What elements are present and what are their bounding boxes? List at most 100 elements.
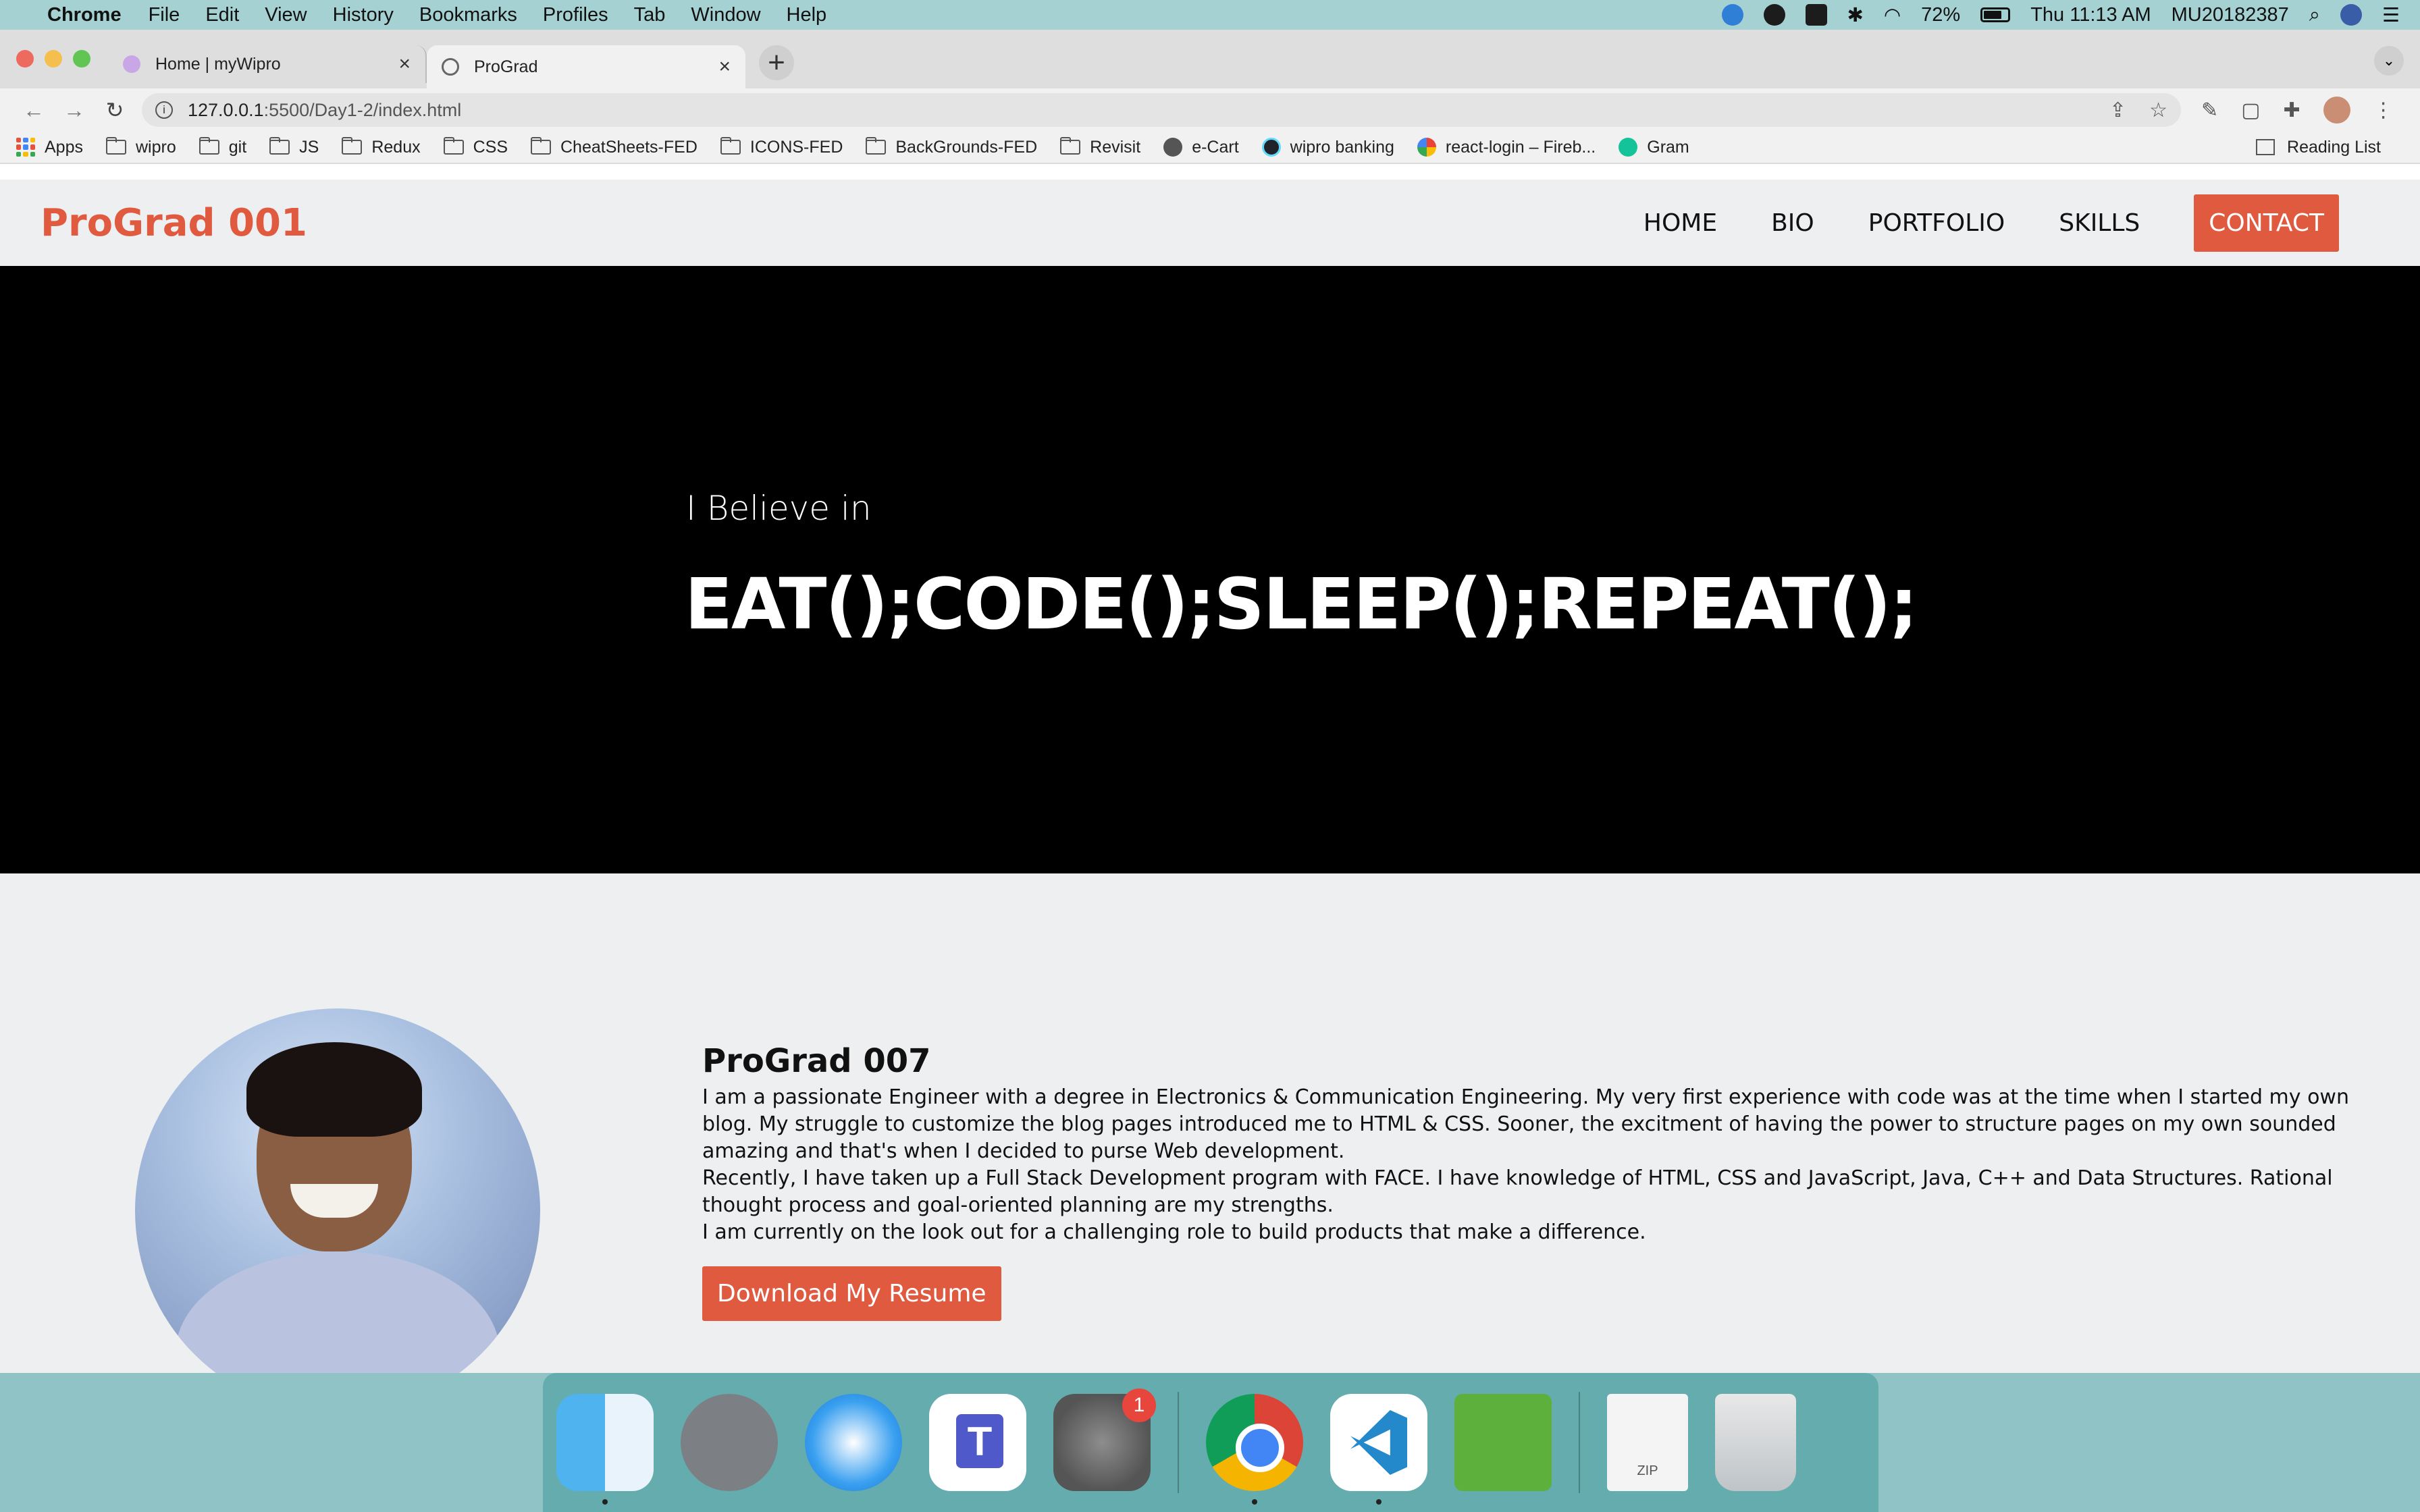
zip-archive-icon[interactable]: ZIP <box>1607 1394 1688 1491</box>
notification-badge: 1 <box>1122 1388 1156 1422</box>
download-resume-button[interactable]: Download My Resume <box>702 1266 1001 1321</box>
url-host: 127.0.0.1 <box>188 99 264 120</box>
site-nav-links: HOME BIO PORTFOLIO SKILLS CONTACT <box>1643 194 2379 252</box>
finder-icon[interactable] <box>556 1394 654 1505</box>
launchpad-rocket-icon[interactable] <box>681 1394 778 1491</box>
bookmark-wipro-banking[interactable]: wipro banking <box>1261 137 1394 157</box>
cloud-sync-icon[interactable] <box>1721 4 1743 26</box>
bookmark-label: Gram <box>1647 137 1689 157</box>
grammarly-icon <box>1619 138 1638 157</box>
menubar-user[interactable]: MU20182387 <box>2172 4 2289 26</box>
eyedropper-extension-icon[interactable]: ✎ <box>2201 99 2218 122</box>
forward-arrow-icon[interactable]: → <box>54 98 95 123</box>
close-tab-icon[interactable]: × <box>398 53 411 76</box>
share-icon[interactable]: ⇪ <box>2109 99 2126 122</box>
menubar-app-name[interactable]: Chrome <box>47 4 122 26</box>
google-icon <box>1417 138 1436 157</box>
bookmark-folder-js[interactable]: JS <box>269 137 319 157</box>
globe-icon <box>1163 138 1183 157</box>
bookmark-folder-redux[interactable]: Redux <box>342 137 421 157</box>
reading-list-button[interactable]: Reading List <box>2256 138 2381 157</box>
bookmark-gram[interactable]: Gram <box>1619 138 1689 157</box>
url-path: :5500/Day1-2/index.html <box>263 99 462 120</box>
bookmark-folder-cheatsheets[interactable]: CheatSheets-FED <box>531 137 698 157</box>
menu-window[interactable]: Window <box>691 4 760 26</box>
minimize-window-button[interactable] <box>45 50 62 68</box>
tab-strip: Home | myWipro × ProGrad × + ⌄ <box>0 30 2420 88</box>
bluetooth-icon[interactable]: ✱ <box>1847 3 1864 27</box>
bookmark-apps[interactable]: Apps <box>16 138 83 157</box>
menu-view[interactable]: View <box>265 4 307 26</box>
macos-menubar: Chrome File Edit View History Bookmarks … <box>0 0 2420 30</box>
menu-profiles[interactable]: Profiles <box>543 4 608 26</box>
skype-icon[interactable] <box>1763 4 1785 26</box>
siri-icon[interactable] <box>2340 4 2362 26</box>
close-tab-icon[interactable]: × <box>718 55 731 78</box>
battery-percent: 72% <box>1921 3 1961 26</box>
wifi-icon[interactable]: ◠ <box>1884 3 1901 27</box>
input-source-icon[interactable] <box>1805 4 1827 26</box>
nav-link-home[interactable]: HOME <box>1643 209 1717 237</box>
hero-title: EAT();CODE();SLEEP();REPEAT(); <box>685 563 1918 645</box>
bookmark-react-login[interactable]: react-login – Fireb... <box>1417 138 1596 157</box>
reload-icon[interactable]: ↻ <box>95 97 135 123</box>
nav-link-portfolio[interactable]: PORTFOLIO <box>1868 209 2005 237</box>
profile-avatar-icon[interactable] <box>2323 97 2350 124</box>
bookmark-label: Revisit <box>1090 137 1141 157</box>
bookmark-label: wipro banking <box>1290 137 1394 157</box>
system-preferences-gear-icon[interactable]: 1 <box>1053 1388 1156 1491</box>
site-info-icon[interactable]: i <box>155 101 173 119</box>
chrome-icon[interactable] <box>1206 1394 1303 1505</box>
tab-prograd[interactable]: ProGrad × <box>427 45 745 88</box>
bookmark-folder-git[interactable]: git <box>199 137 246 157</box>
bookmark-folder-revisit[interactable]: Revisit <box>1060 137 1141 157</box>
extension-placeholder-icon[interactable]: ▢ <box>2241 99 2260 122</box>
battery-icon[interactable] <box>1980 7 2011 22</box>
more-menu-icon[interactable]: ⋮ <box>2373 99 2394 122</box>
address-bar[interactable]: i 127.0.0.1:5500/Day1-2/index.html ⇪ ☆ <box>142 93 2181 127</box>
folder-icon <box>720 137 741 155</box>
tab-home-mywipro[interactable]: Home | myWipro × <box>108 45 427 83</box>
menubar-status-area: ✱ ◠ 72% Thu 11:13 AM MU20182387 ⌕ ☰ <box>1721 3 2400 27</box>
react-icon <box>1261 138 1281 157</box>
back-arrow-icon[interactable]: ← <box>14 98 54 123</box>
close-window-button[interactable] <box>16 50 34 68</box>
about-name-heading: ProGrad 007 <box>702 1042 931 1080</box>
bookmark-folder-css[interactable]: CSS <box>443 137 508 157</box>
bookmark-label: ICONS-FED <box>749 137 843 157</box>
spotlight-search-icon[interactable]: ⌕ <box>2309 4 2320 26</box>
cloud-desktop-icon[interactable] <box>1454 1394 1552 1491</box>
menu-file[interactable]: File <box>149 4 180 26</box>
nav-link-bio[interactable]: BIO <box>1771 209 1814 237</box>
menu-tab[interactable]: Tab <box>634 4 666 26</box>
vscode-icon[interactable] <box>1330 1394 1427 1505</box>
bookmark-label: Apps <box>45 137 83 157</box>
safari-compass-icon[interactable] <box>805 1394 902 1491</box>
extensions-puzzle-icon[interactable]: ✚ <box>2284 99 2300 122</box>
menu-history[interactable]: History <box>333 4 394 26</box>
bookmark-folder-icons[interactable]: ICONS-FED <box>720 137 843 157</box>
site-brand-logo[interactable]: ProGrad 001 <box>41 201 307 245</box>
microsoft-teams-icon[interactable] <box>929 1394 1026 1491</box>
bookmark-star-icon[interactable]: ☆ <box>2149 99 2167 122</box>
about-paragraph-1: I am a passionate Engineer with a degree… <box>702 1085 2349 1163</box>
bookmark-label: Redux <box>371 137 421 157</box>
zoom-window-button[interactable] <box>73 50 90 68</box>
tab-title: Home | myWipro <box>155 54 281 74</box>
trash-icon[interactable] <box>1715 1394 1796 1491</box>
bookmark-folder-backgrounds[interactable]: BackGrounds-FED <box>866 137 1037 157</box>
menubar-clock[interactable]: Thu 11:13 AM <box>2030 4 2151 26</box>
menu-edit[interactable]: Edit <box>205 4 239 26</box>
bookmark-folder-wipro[interactable]: wipro <box>105 137 176 157</box>
menu-help[interactable]: Help <box>787 4 827 26</box>
folder-icon <box>1060 137 1081 155</box>
contact-button[interactable]: CONTACT <box>2194 194 2339 252</box>
bookmark-ecart[interactable]: e-Cart <box>1163 138 1239 157</box>
control-center-icon[interactable]: ☰ <box>2382 3 2400 27</box>
new-tab-button[interactable]: + <box>759 45 794 80</box>
window-controls <box>16 50 90 68</box>
nav-link-skills[interactable]: SKILLS <box>2059 209 2140 237</box>
folder-icon <box>269 137 290 155</box>
menu-bookmarks[interactable]: Bookmarks <box>419 4 517 26</box>
tab-search-chevron-icon[interactable]: ⌄ <box>2374 46 2404 76</box>
